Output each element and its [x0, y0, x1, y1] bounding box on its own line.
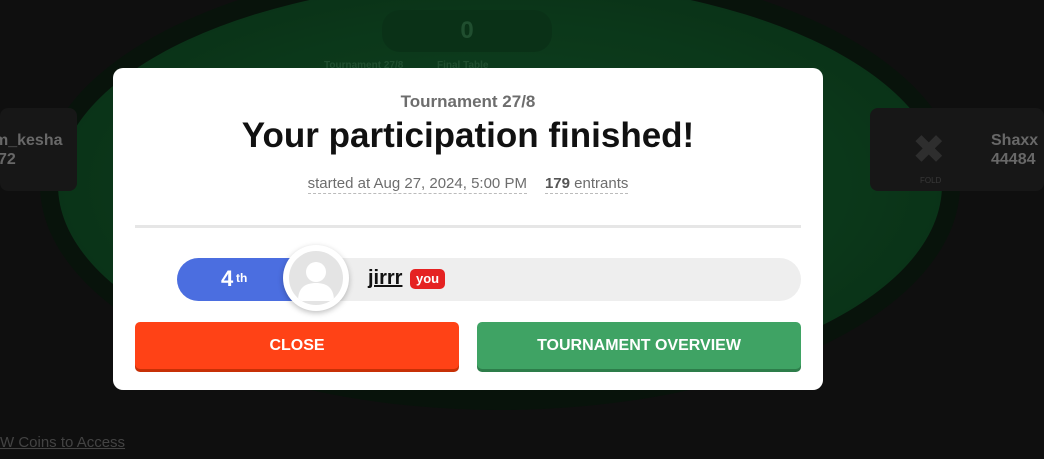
- dialog-title: Your participation finished!: [241, 116, 695, 155]
- entrants-count: 179: [544, 175, 570, 192]
- avatar: [283, 245, 349, 311]
- close-button[interactable]: CLOSE: [135, 322, 459, 369]
- dialog-subtitle: Tournament 27/8: [400, 92, 536, 111]
- entrants-label: entrants: [574, 175, 629, 192]
- player-name-link[interactable]: jirrr: [368, 267, 402, 290]
- participation-finished-dialog: Tournament 27/8 Your participation finis…: [113, 68, 823, 390]
- you-badge: you: [410, 269, 446, 289]
- tournament-meta: started at Aug 27, 2024, 5:00 PM 179 entr…: [113, 175, 823, 194]
- user-silhouette-icon: [298, 262, 334, 301]
- place-suffix: th: [236, 271, 248, 285]
- start-time: started at Aug 27, 2024, 5:00 PM: [307, 175, 527, 194]
- tournament-overview-button[interactable]: TOURNAMENT OVERVIEW: [477, 322, 801, 369]
- entrants-info: 179 entrants: [544, 175, 629, 194]
- place-number: 4: [221, 266, 234, 291]
- divider: [135, 225, 801, 228]
